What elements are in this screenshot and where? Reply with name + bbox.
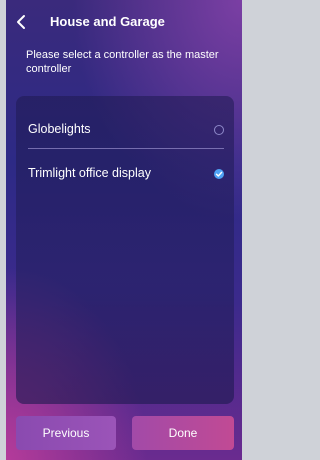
radio-selected-check-icon[interactable] [214, 169, 224, 179]
instruction-text: Please select a controller as the master… [26, 49, 219, 75]
controller-label: Trimlight office display [28, 166, 151, 180]
screen: House and Garage Please select a control… [6, 0, 242, 460]
radio-unselected-icon[interactable] [214, 125, 224, 135]
back-button[interactable] [12, 10, 32, 34]
previous-button[interactable]: Previous [16, 416, 116, 450]
chevron-left-icon [17, 15, 25, 29]
top-bar: House and Garage [6, 0, 242, 44]
controller-option-globelights[interactable]: Globelights [28, 110, 224, 148]
controller-option-trimlight[interactable]: Trimlight office display [28, 154, 224, 192]
divider [28, 148, 224, 149]
controller-label: Globelights [28, 122, 91, 136]
page-title: House and Garage [50, 14, 165, 29]
done-button[interactable]: Done [132, 416, 234, 450]
controller-list: Globelights Trimlight office display [16, 96, 234, 404]
